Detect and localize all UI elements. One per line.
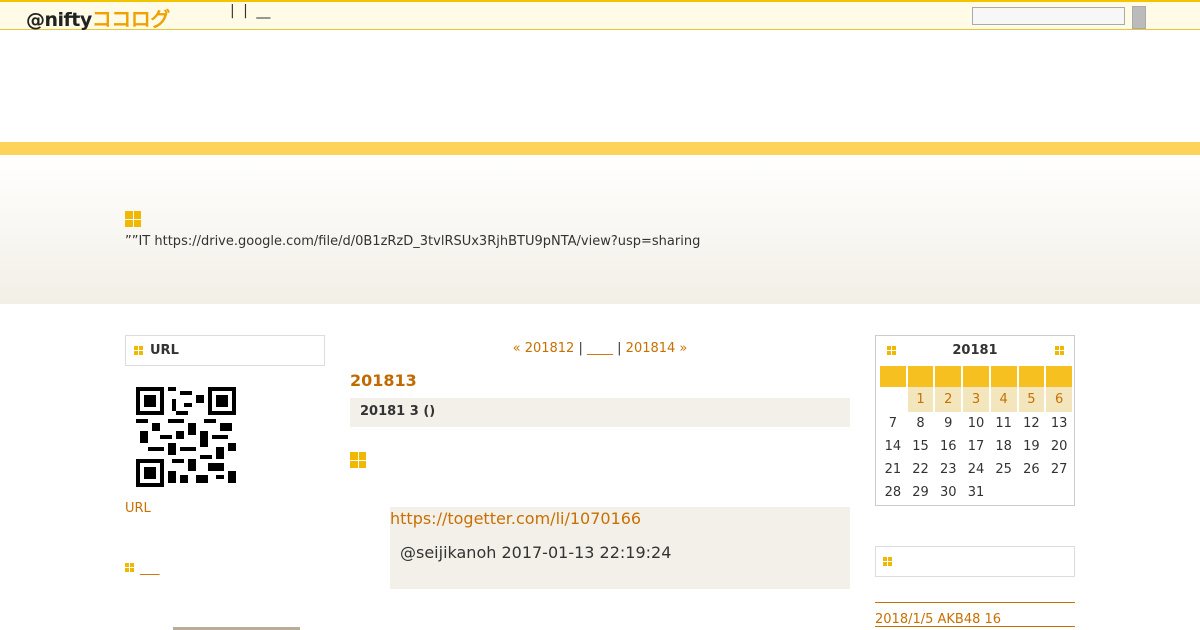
calendar-week: 28 29 30 31 bbox=[880, 481, 1072, 504]
section-icon bbox=[125, 563, 134, 572]
calendar-day bbox=[880, 387, 906, 412]
header-band bbox=[0, 142, 1200, 155]
calendar-day[interactable]: 2 bbox=[935, 387, 962, 412]
quote-attribution: @seijikanoh 2017-01-13 22:19:24 bbox=[400, 543, 672, 562]
calendar-week: 1 2 3 4 5 6 bbox=[880, 387, 1072, 412]
sidebar-section-link[interactable]: ___ bbox=[140, 561, 160, 576]
url-sidebar-box: URL bbox=[125, 335, 325, 366]
top-bar: @niftyココログ | | __ bbox=[0, 0, 1200, 32]
qr-code bbox=[136, 387, 236, 487]
calendar-widget: 20181 1 2 3 4 5 6 7 8 9 10 11 12 13 14 15 16 17 18 19 20 21 2… bbox=[875, 335, 1075, 506]
calendar-day-header bbox=[935, 366, 962, 387]
quote-link[interactable]: https://togetter.com/li/1070166 bbox=[390, 509, 641, 528]
calendar-day-header bbox=[990, 366, 1017, 387]
entry-icon bbox=[350, 452, 366, 468]
logo-brand: ココログ bbox=[91, 7, 171, 31]
calendar-day: 30 bbox=[939, 485, 957, 500]
url-link[interactable]: URL bbox=[125, 501, 151, 516]
calendar-day-header bbox=[1046, 366, 1072, 387]
logo-prefix: @nifty bbox=[26, 9, 92, 31]
calendar-day-link[interactable]: 3 bbox=[972, 392, 980, 407]
calendar-day[interactable]: 4 bbox=[990, 387, 1017, 412]
recent-post-link[interactable]: 2018/1/5 AKB48 16 bbox=[875, 612, 1001, 627]
calendar-day-header bbox=[963, 366, 989, 387]
pager-separator: | bbox=[617, 341, 622, 356]
calendar-day: 16 bbox=[939, 439, 957, 454]
prev-month-link[interactable]: « 201812 bbox=[513, 341, 575, 356]
top-link[interactable]: __ bbox=[256, 3, 270, 19]
embedded-quote: https://togetter.com/li/1070166 @seijika… bbox=[390, 507, 850, 589]
calendar-day-header bbox=[907, 366, 934, 387]
calendar-day-link[interactable]: 1 bbox=[916, 392, 924, 407]
calendar-day: 7 bbox=[888, 416, 897, 431]
calendar-day: 9 bbox=[944, 416, 953, 431]
sidebar-section-box bbox=[875, 546, 1075, 577]
section-icon bbox=[125, 211, 141, 227]
blog-description: ””IT https://drive.google.com/file/d/0B1… bbox=[125, 234, 701, 249]
calendar-day: 10 bbox=[967, 416, 985, 431]
calendar-day: 14 bbox=[884, 439, 902, 454]
calendar-day: 19 bbox=[1023, 439, 1040, 454]
calendar-day-link[interactable]: 2 bbox=[944, 392, 952, 407]
next-month-link[interactable]: 201814 » bbox=[626, 341, 688, 356]
top-link-sep-2: | bbox=[243, 3, 248, 19]
calendar-title: 20181 bbox=[952, 343, 998, 358]
calendar-day: 13 bbox=[1050, 416, 1068, 431]
calendar-day[interactable]: 6 bbox=[1046, 387, 1072, 412]
top-link-sep-1: | bbox=[230, 3, 235, 19]
calendar-grid: 1 2 3 4 5 6 7 8 9 10 11 12 13 14 15 16 17 18 19 20 21 22 23 24 2… bbox=[878, 366, 1074, 504]
calendar-day: 12 bbox=[1023, 416, 1040, 431]
calendar-day: 24 bbox=[967, 462, 985, 477]
search-button[interactable] bbox=[1132, 6, 1146, 29]
calendar-day: 17 bbox=[967, 439, 985, 454]
nifty-cocolog-logo[interactable]: @niftyココログ bbox=[26, 3, 170, 32]
pager-separator: | bbox=[578, 341, 583, 356]
calendar-day: 22 bbox=[912, 462, 929, 477]
calendar-week: 14 15 16 17 18 19 20 bbox=[880, 435, 1072, 458]
calendar-day[interactable]: 3 bbox=[963, 387, 989, 412]
calendar-day-link[interactable]: 6 bbox=[1055, 392, 1063, 407]
calendar-week: 7 8 9 10 11 12 13 bbox=[880, 412, 1072, 435]
main-page-link[interactable]: ____ bbox=[587, 341, 613, 356]
calendar-day[interactable]: 1 bbox=[907, 387, 934, 412]
calendar-day: 31 bbox=[967, 485, 985, 500]
calendar-day bbox=[1046, 481, 1072, 504]
blog-description-area bbox=[0, 155, 1200, 304]
calendar-day bbox=[1019, 481, 1045, 504]
calendar-day-link[interactable]: 4 bbox=[1000, 392, 1008, 407]
calendar-day-header bbox=[880, 366, 906, 387]
calendar-day: 26 bbox=[1023, 462, 1040, 477]
calendar-day: 20 bbox=[1050, 439, 1068, 454]
date-header: 20181 3 () bbox=[350, 398, 850, 427]
section-icon bbox=[134, 346, 143, 355]
top-links: | | __ bbox=[230, 3, 270, 19]
calendar-day: 18 bbox=[995, 439, 1012, 454]
calendar-day[interactable]: 5 bbox=[1018, 387, 1045, 412]
calendar-day: 8 bbox=[916, 416, 925, 431]
archive-title: 201813 bbox=[350, 371, 417, 390]
calendar-icon bbox=[1055, 346, 1064, 355]
section-icon bbox=[883, 557, 892, 566]
search-input[interactable] bbox=[972, 7, 1125, 25]
calendar-day: 28 bbox=[884, 485, 902, 500]
calendar-day: 11 bbox=[995, 416, 1012, 431]
url-box-title: URL bbox=[150, 343, 179, 358]
month-pager: « 201812 | ____ | 201814 » bbox=[350, 341, 850, 356]
calendar-day-link[interactable]: 5 bbox=[1027, 392, 1035, 407]
calendar-day: 21 bbox=[884, 462, 902, 477]
calendar-day-header bbox=[1018, 366, 1045, 387]
calendar-day: 23 bbox=[939, 462, 957, 477]
recent-post-item: 2018/1/5 AKB48 16 bbox=[875, 602, 1075, 627]
calendar-week: 21 22 23 24 25 26 27 bbox=[880, 458, 1072, 481]
calendar-day bbox=[991, 481, 1017, 504]
calendar-day: 27 bbox=[1050, 462, 1068, 477]
calendar-day: 25 bbox=[995, 462, 1012, 477]
calendar-day: 15 bbox=[912, 439, 929, 454]
calendar-day: 29 bbox=[912, 485, 929, 500]
